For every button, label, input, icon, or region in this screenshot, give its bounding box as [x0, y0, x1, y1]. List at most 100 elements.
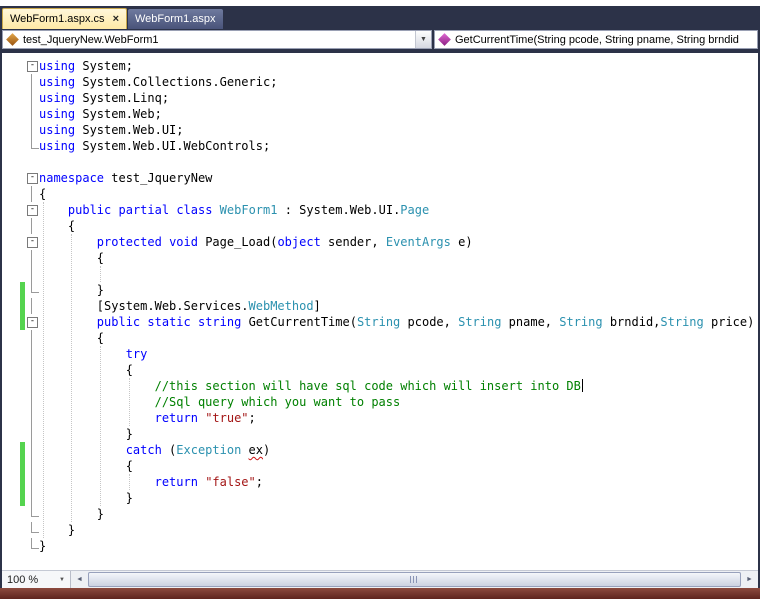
- zoom-control[interactable]: 100 % ▼: [2, 571, 71, 588]
- code-line[interactable]: return "false";: [2, 474, 758, 490]
- outlining-margin: [26, 330, 39, 346]
- breakpoint-margin[interactable]: [2, 218, 20, 234]
- collapse-toggle[interactable]: -: [27, 61, 38, 72]
- collapse-toggle[interactable]: -: [27, 205, 38, 216]
- code-line[interactable]: {: [2, 458, 758, 474]
- code-line[interactable]: - public partial class WebForm1 : System…: [2, 202, 758, 218]
- breakpoint-margin[interactable]: [2, 458, 20, 474]
- collapse-toggle[interactable]: -: [27, 237, 38, 248]
- code-line[interactable]: {: [2, 250, 758, 266]
- code-line[interactable]: using System.Web.UI.WebControls;: [2, 138, 758, 154]
- breakpoint-margin[interactable]: [2, 202, 20, 218]
- chevron-down-icon[interactable]: ▼: [415, 31, 431, 48]
- code-line[interactable]: [2, 154, 758, 170]
- code-line[interactable]: catch (Exception ex): [2, 442, 758, 458]
- code-line[interactable]: -using System;: [2, 58, 758, 74]
- breakpoint-margin[interactable]: [2, 138, 20, 154]
- outlining-margin: -: [26, 170, 39, 186]
- change-tracking-bar: [20, 346, 25, 362]
- breakpoint-margin[interactable]: [2, 506, 20, 522]
- breakpoint-margin[interactable]: [2, 90, 20, 106]
- code-line[interactable]: {: [2, 218, 758, 234]
- breakpoint-margin[interactable]: [2, 106, 20, 122]
- chevron-down-icon: ▼: [59, 577, 65, 583]
- close-icon[interactable]: ×: [113, 14, 119, 25]
- code-line[interactable]: }: [2, 506, 758, 522]
- code-token: String: [357, 315, 400, 329]
- code-line[interactable]: }: [2, 490, 758, 506]
- code-token: System.Web.UI.WebControls;: [75, 139, 270, 153]
- code-line[interactable]: }: [2, 282, 758, 298]
- code-line[interactable]: try: [2, 346, 758, 362]
- text-caret: [582, 379, 583, 392]
- collapse-toggle[interactable]: -: [27, 317, 38, 328]
- breakpoint-margin[interactable]: [2, 346, 20, 362]
- code-line[interactable]: [System.Web.Services.WebMethod]: [2, 298, 758, 314]
- outlining-margin: [26, 218, 39, 234]
- types-dropdown[interactable]: test_JqueryNew.WebForm1 ▼: [2, 30, 432, 49]
- breakpoint-margin[interactable]: [2, 474, 20, 490]
- breakpoint-margin[interactable]: [2, 234, 20, 250]
- scroll-right-button[interactable]: ►: [741, 571, 758, 588]
- code-line[interactable]: }: [2, 538, 758, 554]
- breakpoint-margin[interactable]: [2, 442, 20, 458]
- code-line[interactable]: //Sql query which you want to pass: [2, 394, 758, 410]
- breakpoint-margin[interactable]: [2, 426, 20, 442]
- code-line[interactable]: {: [2, 362, 758, 378]
- breakpoint-margin[interactable]: [2, 282, 20, 298]
- code-line[interactable]: using System.Collections.Generic;: [2, 74, 758, 90]
- breakpoint-margin[interactable]: [2, 490, 20, 506]
- breakpoint-margin[interactable]: [2, 170, 20, 186]
- change-tracking-bar: [20, 106, 25, 122]
- code-editor: -using System;using System.Collections.G…: [2, 53, 758, 570]
- outline-line: [31, 378, 32, 394]
- breakpoint-margin[interactable]: [2, 378, 20, 394]
- breakpoint-margin[interactable]: [2, 250, 20, 266]
- breakpoint-margin[interactable]: [2, 266, 20, 282]
- breakpoint-margin[interactable]: [2, 186, 20, 202]
- breakpoint-margin[interactable]: [2, 330, 20, 346]
- breakpoint-margin[interactable]: [2, 410, 20, 426]
- code-line[interactable]: - public static string GetCurrentTime(St…: [2, 314, 758, 330]
- breakpoint-margin[interactable]: [2, 362, 20, 378]
- code-line[interactable]: return "true";: [2, 410, 758, 426]
- code-line[interactable]: using System.Linq;: [2, 90, 758, 106]
- breakpoint-margin[interactable]: [2, 298, 20, 314]
- code-line[interactable]: }: [2, 426, 758, 442]
- tab-label: WebForm1.aspx: [135, 13, 216, 25]
- breakpoint-margin[interactable]: [2, 538, 20, 554]
- code-line[interactable]: {: [2, 186, 758, 202]
- code-line[interactable]: [2, 266, 758, 282]
- code-line[interactable]: -namespace test_JqueryNew: [2, 170, 758, 186]
- horizontal-scrollbar[interactable]: [88, 572, 741, 587]
- scroll-left-button[interactable]: ◄: [71, 571, 88, 588]
- change-tracking-bar: [20, 282, 25, 298]
- code-line[interactable]: }: [2, 522, 758, 538]
- code-line[interactable]: //this section will have sql code which …: [2, 378, 758, 394]
- breakpoint-margin[interactable]: [2, 314, 20, 330]
- change-tracking-bar: [20, 426, 25, 442]
- code-line[interactable]: {: [2, 330, 758, 346]
- code-line[interactable]: - protected void Page_Load(object sender…: [2, 234, 758, 250]
- breakpoint-margin[interactable]: [2, 58, 20, 74]
- code-line[interactable]: using System.Web;: [2, 106, 758, 122]
- breakpoint-margin[interactable]: [2, 122, 20, 138]
- indent-guide: [43, 202, 44, 538]
- breakpoint-margin[interactable]: [2, 74, 20, 90]
- code-token: [39, 411, 155, 425]
- breakpoint-margin[interactable]: [2, 522, 20, 538]
- document-tab[interactable]: WebForm1.aspx: [128, 9, 223, 29]
- scrollbar-thumb[interactable]: [88, 572, 741, 587]
- code-token: e): [451, 235, 473, 249]
- code-token: [39, 315, 97, 329]
- code-token: [39, 235, 97, 249]
- code-line[interactable]: using System.Web.UI;: [2, 122, 758, 138]
- breakpoint-margin[interactable]: [2, 394, 20, 410]
- code-token: : System.Web.UI.: [277, 203, 400, 217]
- outline-end: [31, 138, 39, 149]
- collapse-toggle[interactable]: -: [27, 173, 38, 184]
- code-token: EventArgs: [386, 235, 451, 249]
- document-tab[interactable]: WebForm1.aspx.cs×: [2, 8, 127, 29]
- members-dropdown[interactable]: GetCurrentTime(String pcode, String pnam…: [434, 30, 758, 49]
- breakpoint-margin[interactable]: [2, 154, 20, 170]
